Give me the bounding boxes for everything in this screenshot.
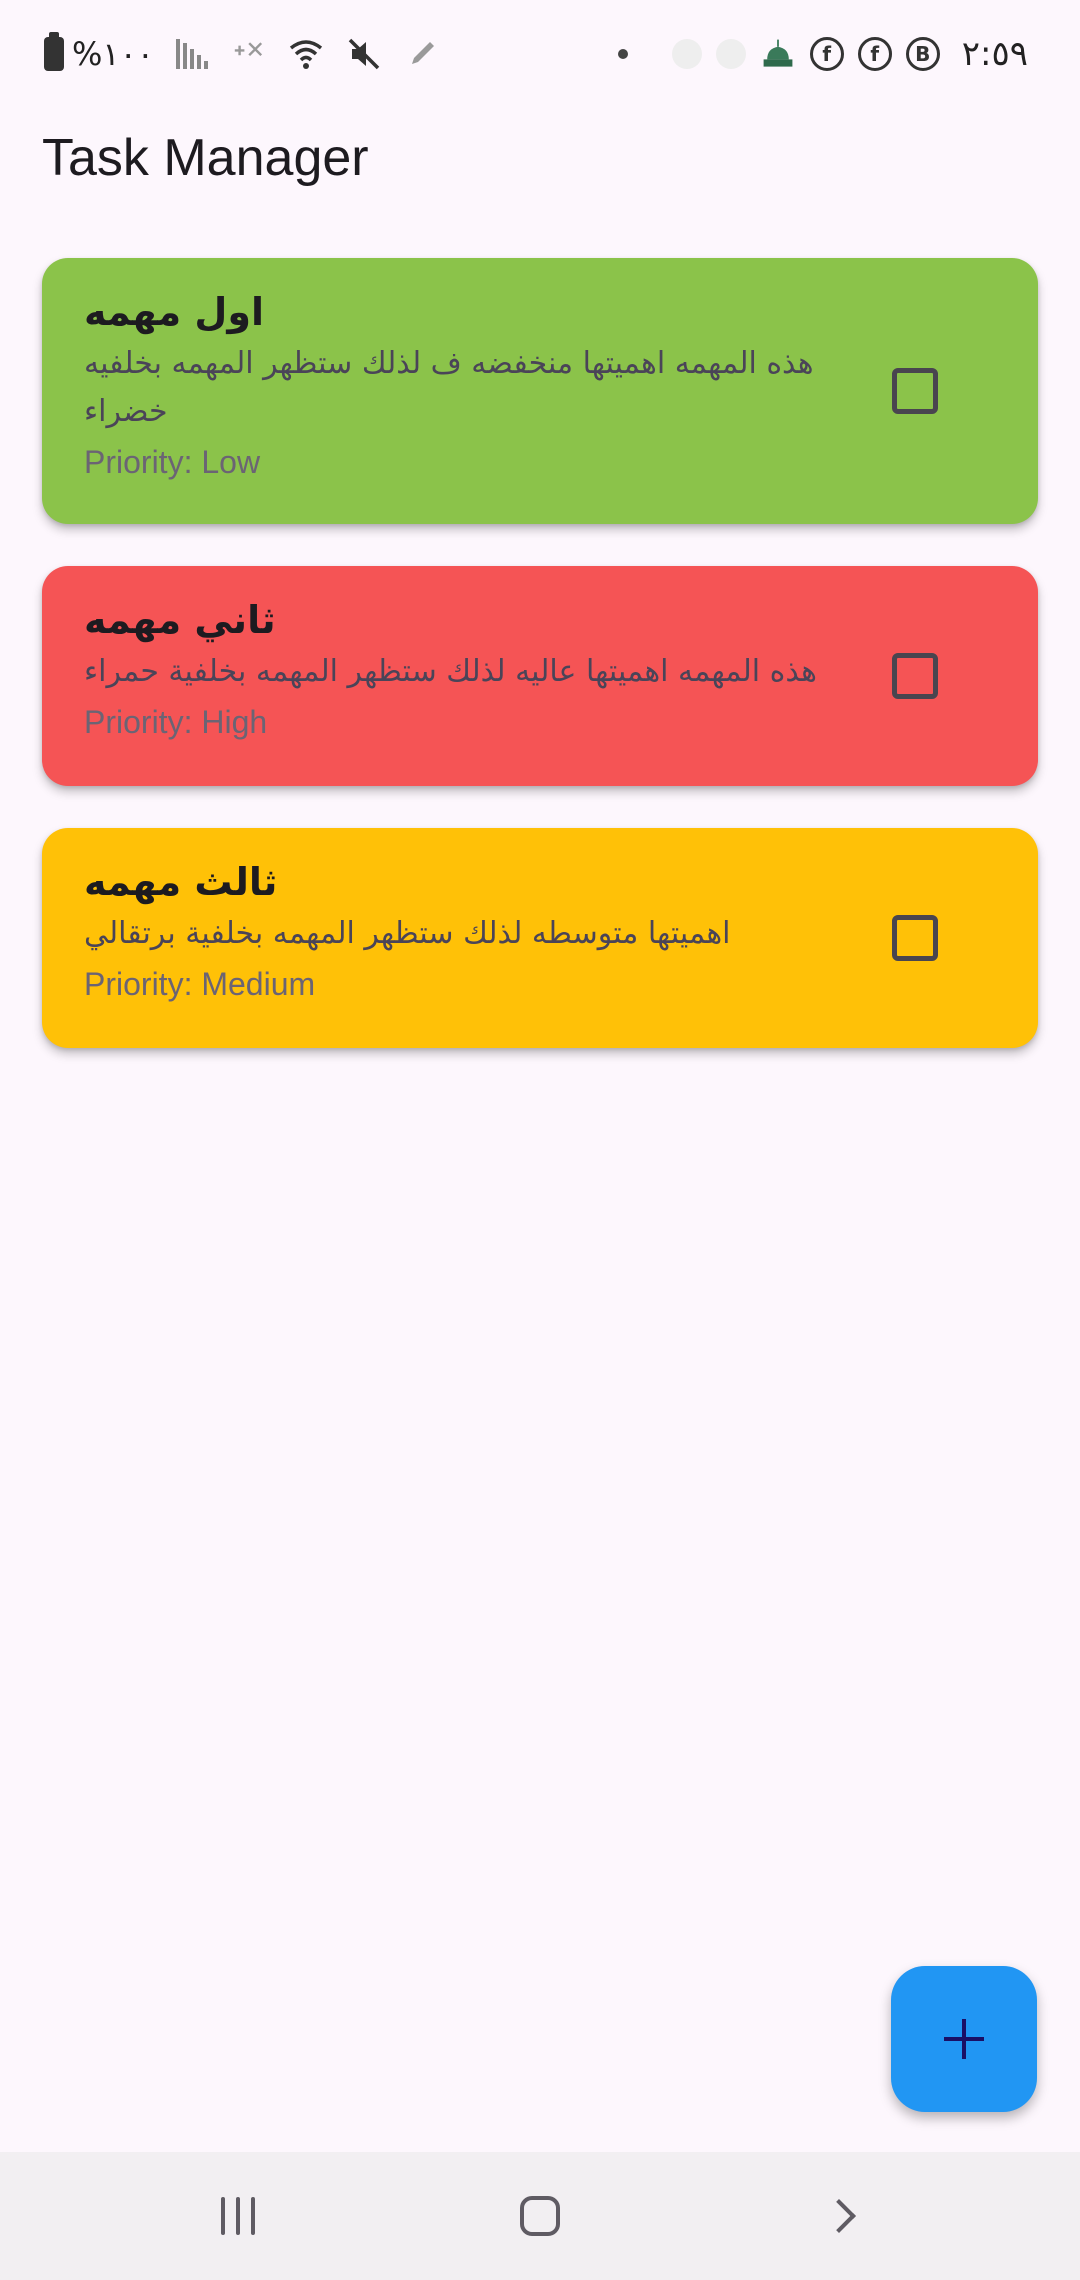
status-time: ٢:٥٩	[961, 34, 1028, 74]
task-checkbox[interactable]	[892, 653, 938, 699]
signal-icon	[175, 39, 208, 69]
battery-percentage: %١٠٠	[72, 35, 154, 73]
task-priority: Priority: Medium	[84, 966, 316, 1002]
recents-button[interactable]	[208, 2186, 268, 2246]
notification-dot-icon	[617, 49, 628, 59]
task-title: ثاني مهمه	[84, 598, 276, 642]
battery-icon	[44, 32, 64, 71]
task-text: ثالث مهمه اهميتها متوسطه لذلك ستظهر المه…	[84, 858, 844, 1003]
recents-icon	[221, 2197, 255, 2235]
no-signal-icon	[234, 42, 263, 57]
add-task-button[interactable]	[891, 1966, 1037, 2112]
facebook-icon: f	[857, 37, 892, 71]
task-checkbox[interactable]	[892, 915, 938, 961]
back-button[interactable]	[814, 2186, 874, 2246]
task-description: هذه المهمه اهميتها منخفضه ف لذلك ستظهر ا…	[84, 346, 814, 429]
task-title: اول مهمه	[84, 290, 264, 334]
task-priority: Priority: High	[84, 704, 268, 740]
task-list: اول مهمه هذه المهمه اهميتها منخفضه ف لذل…	[42, 258, 1038, 1090]
task-card[interactable]: اول مهمه هذه المهمه اهميتها منخفضه ف لذل…	[42, 258, 1038, 524]
task-card[interactable]: ثالث مهمه اهميتها متوسطه لذلك ستظهر المه…	[42, 828, 1038, 1048]
task-card[interactable]: ثاني مهمه هذه المهمه اهميتها عاليه لذلك …	[42, 566, 1038, 786]
task-description: هذه المهمه اهميتها عاليه لذلك ستظهر المه…	[84, 654, 817, 689]
faded-app-icon	[671, 39, 702, 69]
facebook-icon: f	[809, 37, 844, 71]
pen-icon	[411, 42, 434, 64]
mosque-app-icon	[763, 39, 793, 67]
task-manager-screen: %١٠٠ f f B ٢:٥٩ Task Manager اول مهمه هذ…	[0, 0, 1080, 2280]
task-priority: Priority: Low	[84, 444, 261, 480]
task-text: ثاني مهمه هذه المهمه اهميتها عاليه لذلك …	[84, 596, 844, 741]
home-icon	[520, 2196, 560, 2236]
business-icon: B	[905, 37, 940, 71]
wifi-icon	[289, 40, 323, 69]
task-text: اول مهمه هذه المهمه اهميتها منخفضه ف لذل…	[84, 288, 844, 481]
task-description: اهميتها متوسطه لذلك ستظهر المهمه بخلفية …	[84, 916, 731, 951]
plus-icon	[944, 2019, 984, 2059]
task-checkbox[interactable]	[892, 368, 938, 414]
faded-app-icon	[715, 39, 746, 69]
back-icon	[822, 2199, 856, 2233]
status-bar-right: f f B ٢:٥٩	[617, 32, 1028, 76]
mute-icon	[348, 38, 380, 70]
task-title: ثالث مهمه	[84, 860, 278, 904]
page-title: Task Manager	[42, 129, 369, 187]
status-bar: %١٠٠ f f B ٢:٥٩	[0, 0, 1080, 110]
status-bar-left: %١٠٠	[44, 32, 440, 76]
system-navigation-bar	[0, 2152, 1080, 2280]
home-button[interactable]	[510, 2186, 570, 2246]
